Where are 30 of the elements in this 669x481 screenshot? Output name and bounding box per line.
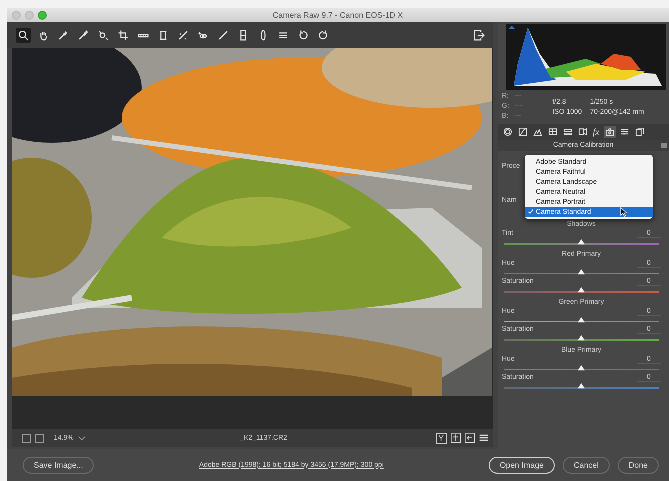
zoom-dropdown-icon[interactable]	[78, 436, 86, 440]
slider-thumb[interactable]	[578, 364, 585, 370]
effects-tab[interactable]: fx	[592, 126, 600, 138]
search-icon[interactable]	[16, 28, 31, 42]
save-image-button[interactable]: Save Image...	[23, 456, 94, 474]
export-icon[interactable]	[472, 28, 487, 42]
menu-icon[interactable]	[479, 433, 489, 443]
slider-thumb[interactable]	[578, 287, 585, 293]
grid-icon[interactable]	[547, 126, 559, 138]
zoom-out-button[interactable]	[22, 434, 31, 442]
mountain-icon[interactable]	[532, 126, 544, 138]
slider-thumb[interactable]	[578, 383, 585, 389]
footer-button[interactable]: Done	[618, 456, 659, 474]
swap-icon[interactable]	[451, 433, 461, 443]
footer-button[interactable]: Open Image	[488, 456, 555, 474]
zoom-in-button[interactable]	[35, 434, 44, 442]
camera-icon[interactable]	[604, 126, 616, 138]
curve-icon[interactable]	[517, 126, 529, 138]
sliders-icon[interactable]	[618, 126, 630, 138]
slider-thumb[interactable]	[578, 335, 585, 341]
zoom-button[interactable]	[38, 10, 47, 20]
slider-thumb[interactable]	[578, 268, 585, 274]
check-icon	[528, 209, 534, 215]
before-after-button[interactable]: Y	[436, 432, 447, 444]
window-title: Camera Raw 9.7 - Canon EOS-1D X	[272, 10, 404, 20]
copy-settings-icon[interactable]	[465, 433, 475, 443]
slider-thumb[interactable]	[578, 316, 585, 322]
pages-icon[interactable]	[634, 126, 646, 138]
footer-button[interactable]: Cancel	[562, 456, 610, 474]
slider-thumb[interactable]	[578, 239, 585, 245]
